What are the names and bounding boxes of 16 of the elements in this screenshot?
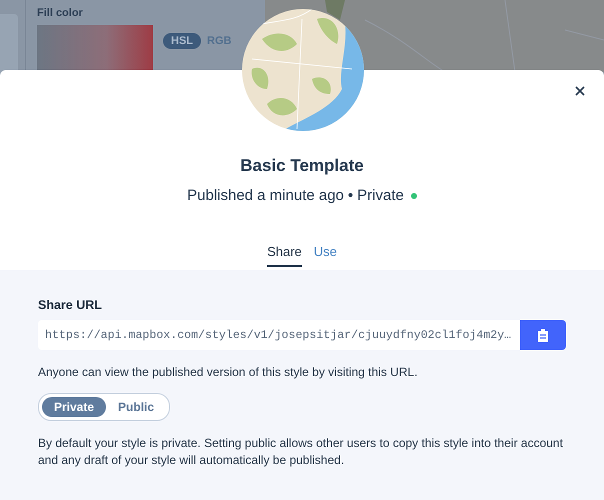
dialog-tab[interactable]: Share	[267, 240, 302, 267]
share-url-field[interactable]: https://api.mapbox.com/styles/v1/josepsitjar/cjuuydfny02cl1foj4m2y…	[38, 320, 520, 350]
privacy-note: By default your style is private. Setting public allows other users to copy this style into their account and any draft of your style will automatically be published.	[38, 435, 564, 469]
dialog-title: Basic Template	[240, 156, 364, 176]
privacy-option[interactable]: Private	[42, 397, 106, 417]
share-url-label: Share URL	[38, 298, 103, 312]
publish-status: Published a minute ago	[187, 187, 344, 204]
privacy-option[interactable]: Public	[106, 397, 166, 417]
separator-text: •	[348, 187, 354, 204]
clipboard-icon	[538, 328, 548, 342]
visibility-label: Private	[357, 187, 404, 204]
share-note: Anyone can view the published version of this style by visiting this URL.	[38, 364, 419, 381]
color-mode-tab[interactable]: HSL	[163, 33, 201, 49]
dialog-tab[interactable]: Use	[314, 240, 337, 267]
copy-button[interactable]	[520, 320, 566, 350]
panel-title: Fill color	[37, 7, 84, 19]
